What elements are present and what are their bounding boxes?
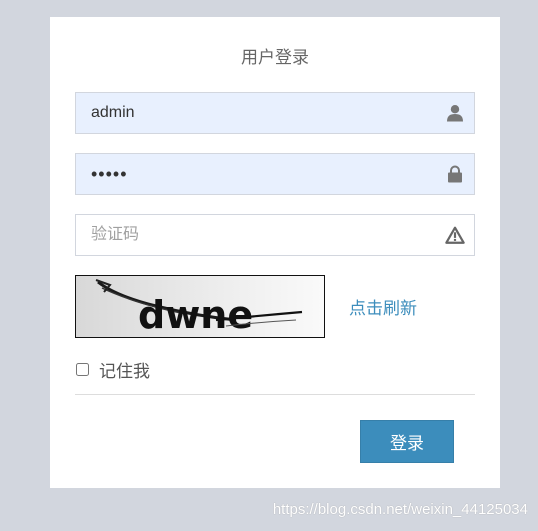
user-icon bbox=[445, 103, 465, 123]
login-button[interactable]: 登录 bbox=[360, 420, 454, 463]
lock-icon bbox=[445, 164, 465, 184]
divider bbox=[75, 394, 475, 395]
warning-icon bbox=[445, 225, 465, 245]
refresh-captcha-link[interactable]: 点击刷新 bbox=[349, 294, 417, 319]
login-title: 用户登录 bbox=[241, 48, 309, 68]
username-input[interactable] bbox=[76, 93, 445, 133]
remember-me[interactable]: 记住我 bbox=[76, 357, 150, 382]
password-input[interactable] bbox=[76, 154, 445, 194]
remember-label[interactable]: 记住我 bbox=[99, 357, 150, 382]
password-field[interactable] bbox=[75, 153, 475, 195]
captcha-image[interactable]: dwne bbox=[75, 275, 325, 338]
captcha-input[interactable] bbox=[76, 215, 445, 255]
remember-checkbox[interactable] bbox=[76, 363, 89, 376]
username-field[interactable] bbox=[75, 92, 475, 134]
captcha-text: dwne bbox=[138, 293, 253, 337]
watermark: https://blog.csdn.net/weixin_44125034 bbox=[272, 501, 528, 518]
login-box: 用户登录 admin 验证码 dwne 点击刷新 记住我 登录 bbox=[50, 17, 500, 488]
captcha-field[interactable] bbox=[75, 214, 475, 256]
